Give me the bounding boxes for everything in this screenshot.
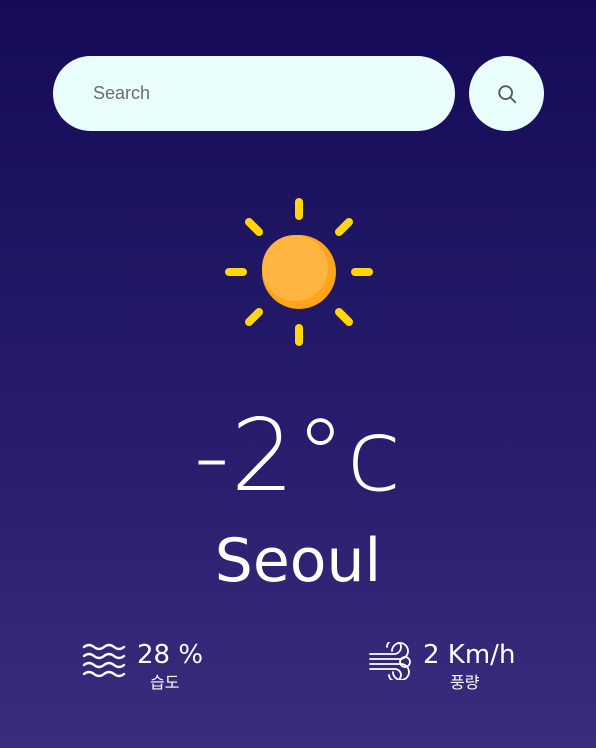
temperature-value: -2°c bbox=[193, 397, 403, 514]
search-icon bbox=[497, 84, 516, 103]
wind-value: 2 Km/h bbox=[423, 640, 516, 670]
humidity-label: 습도 bbox=[150, 673, 180, 692]
humidity-waves-icon bbox=[82, 643, 126, 678]
humidity-value: 28 % bbox=[137, 640, 204, 670]
search-bar bbox=[53, 56, 544, 131]
humidity-stat: 28 % 습도 bbox=[82, 640, 232, 700]
wind-label: 풍량 bbox=[450, 673, 480, 692]
city-name: Seoul bbox=[214, 526, 382, 596]
wind-icon bbox=[369, 642, 411, 680]
sun-icon bbox=[225, 198, 373, 346]
wind-stat: 2 Km/h 풍량 bbox=[368, 640, 528, 700]
search-input[interactable] bbox=[53, 56, 455, 131]
search-button[interactable] bbox=[469, 56, 544, 131]
